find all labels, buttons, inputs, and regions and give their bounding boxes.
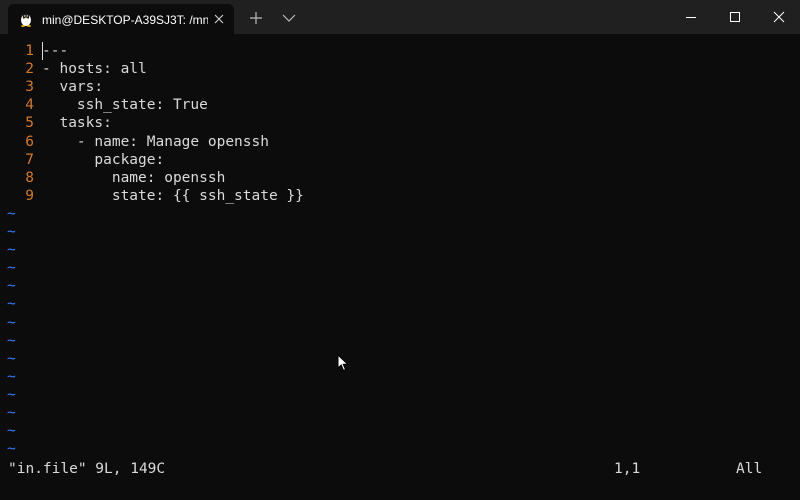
line-number: 2 [25,61,34,78]
editor-line: 9 state: {{ ssh_state }} [0,187,800,205]
new-tab-plus-icon[interactable] [246,8,266,28]
line-number: 3 [25,79,34,96]
editor-line: 3 vars: [0,78,800,96]
tilde-marker: ~ [7,242,16,259]
editor-line: 6 - name: Manage openssh [0,133,800,151]
tilde-marker: ~ [7,278,16,295]
tilde-marker: ~ [7,441,16,458]
close-icon [773,11,785,23]
tilde-marker: ~ [7,314,16,331]
tilde-marker: ~ [7,296,16,313]
line-number: 7 [25,151,34,168]
linux-tux-icon [21,13,31,27]
line-number: 8 [25,169,34,186]
title-bar[interactable]: min@DESKTOP-A39SJ3T: /mnt, [0,0,800,34]
editor-line: 4 ssh_state: True [0,96,800,114]
tab-title: min@DESKTOP-A39SJ3T: /mnt, [42,13,208,27]
vim-editor[interactable]: 1 --- 2- hosts: all 3 vars: 4 ssh_state: Tru… [0,34,800,500]
maximize-icon [730,12,740,22]
code-text: - hosts: all [42,61,147,78]
tab-close-icon[interactable] [210,10,228,28]
editor-line: 2 - hosts: all [0,60,800,78]
status-file-info: "in.file" 9L, 149C [8,461,166,477]
editor-line: 1 --- [0,42,800,60]
status-cursor-position: 1,1 [614,461,641,477]
maximize-button[interactable] [712,0,758,34]
tilde-marker: ~ [7,224,16,240]
line-number: 4 [25,97,34,114]
status-scroll-indicator: All [736,461,763,477]
tilde-marker: ~ [7,423,16,440]
editor-line: 7 package: [0,151,800,169]
tilde-marker: ~ [7,205,16,222]
close-window-button[interactable] [756,0,800,34]
code-text: ssh_state: True [42,97,208,114]
line-number: 9 [25,187,34,204]
minimize-button[interactable] [668,0,714,34]
code-text: name: openssh [42,169,226,186]
code-text: state: {{ ssh_state }} [42,187,304,204]
code-text: package: [42,151,165,168]
tilde-marker: ~ [7,368,16,385]
line-number: 5 [25,115,34,132]
code-text: --- [42,43,69,59]
tilde-marker: ~ [7,350,16,367]
code-text: - name: Manage openssh [42,133,269,150]
code-text: vars: [42,79,104,96]
tilde-marker: ~ [7,405,16,421]
tilde-marker: ~ [7,260,16,277]
tilde-marker: ~ [7,386,16,403]
text-cursor [42,42,43,60]
terminal-window: min@DESKTOP-A39SJ3T: /mnt, 1 --- 2 - hos… [0,0,800,500]
mouse-pointer-icon [337,354,349,372]
tilde-marker: ~ [7,332,16,349]
editor-line: 8 name: openssh [0,169,800,187]
line-number: 1 [25,43,34,59]
terminal-tab[interactable]: min@DESKTOP-A39SJ3T: /mnt, [8,4,234,34]
line-number: 6 [25,133,34,150]
chevron-down-icon[interactable] [280,8,298,28]
editor-line: 5 tasks: [0,114,800,132]
code-text: tasks: [42,115,112,132]
minimize-icon [686,17,696,18]
